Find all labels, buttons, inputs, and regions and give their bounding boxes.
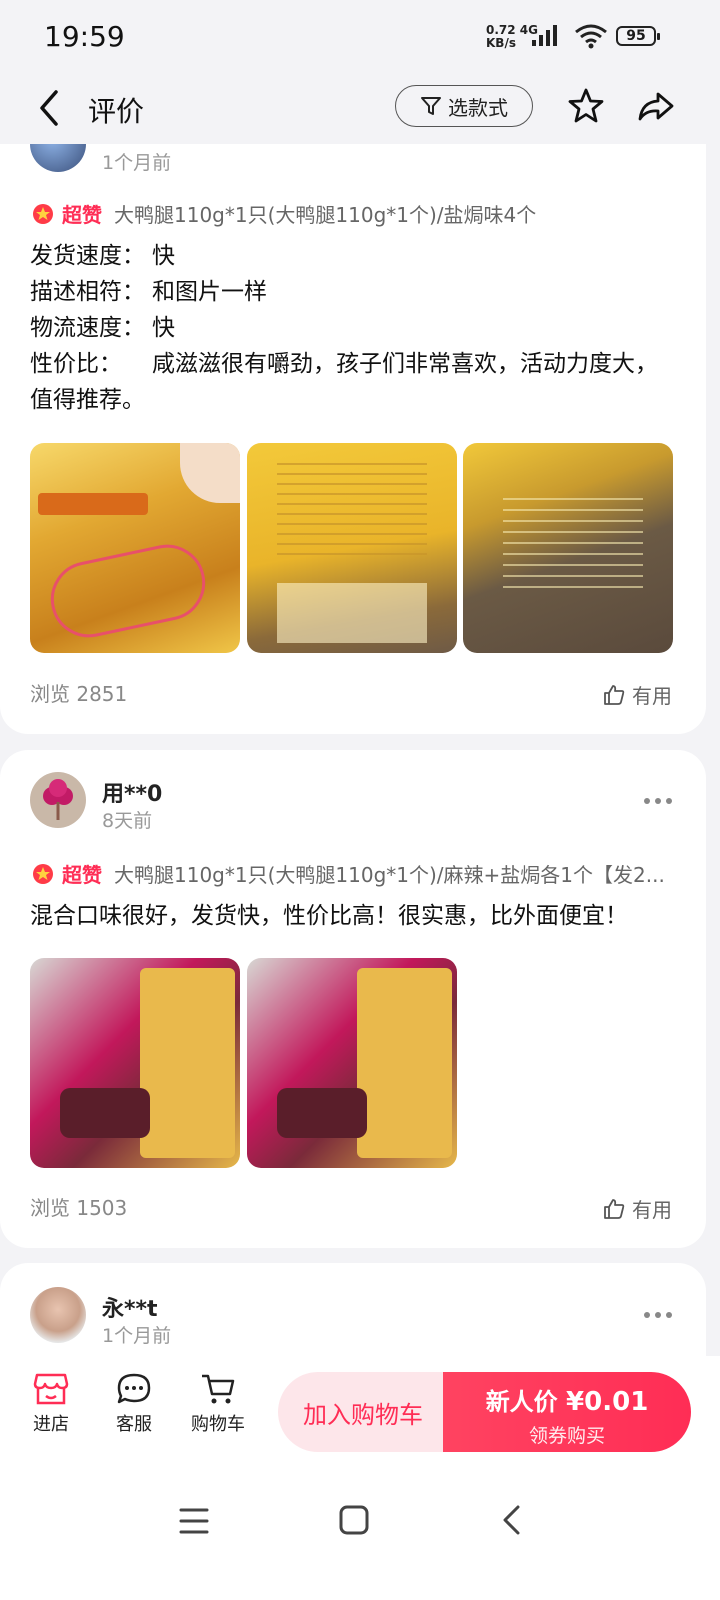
field-value: 快 <box>152 315 175 341</box>
rating-tag: 超赞 <box>62 202 102 227</box>
avatar[interactable] <box>30 1287 86 1343</box>
wifi-icon <box>575 24 607 49</box>
review-photo[interactable] <box>30 443 240 653</box>
review-text: 发货速度：快 描述相符： 和图片一样 物流速度：快 性价比： 咸滋滋很有嚼劲，孩子们… <box>30 238 670 418</box>
field-value: 和图片一样 <box>152 279 267 305</box>
buy-subtitle: 领券购买 <box>528 1425 605 1447</box>
review-time: 8天前 <box>102 810 153 832</box>
field-label: 性价比： <box>30 351 122 377</box>
useful-button[interactable]: 有用 <box>602 680 672 709</box>
super-like-icon <box>33 864 53 884</box>
filter-label: 选款式 <box>448 95 508 120</box>
more-options-icon[interactable] <box>642 796 674 806</box>
product-spec: 大鸭腿110g*1只(大鸭腿110g*1个)/麻辣+盐焗各1个【发2... <box>114 862 665 887</box>
nutrition-table <box>277 583 427 643</box>
cart-button[interactable]: 购物车 <box>182 1372 254 1436</box>
buy-now-button[interactable]: 新人价 ¥0.01 领券购买 <box>443 1372 691 1452</box>
useful-label: 有用 <box>632 684 672 708</box>
home-icon[interactable] <box>338 1504 370 1536</box>
reviewer-name: 永**t <box>102 1297 158 1322</box>
filter-icon <box>421 97 441 115</box>
page-title: 评价 <box>88 95 145 128</box>
label-text-lines <box>277 463 427 563</box>
useful-button[interactable]: 有用 <box>602 1194 672 1223</box>
menu-icon[interactable] <box>178 1506 210 1536</box>
field-label: 发货速度： <box>30 243 145 269</box>
favorite-star-icon[interactable] <box>566 86 606 126</box>
nav-back-icon[interactable] <box>500 1504 524 1536</box>
service-label: 客服 <box>116 1414 152 1435</box>
super-like-icon <box>33 204 53 224</box>
reviewer-name: 用**0 <box>102 782 163 807</box>
cart-label: 购物车 <box>191 1414 245 1435</box>
avatar[interactable] <box>30 772 86 828</box>
shop-icon <box>33 1373 69 1405</box>
review-tagline: 超赞 大鸭腿110g*1只(大鸭腿110g*1个)/盐焗味4个 <box>30 198 680 228</box>
filter-style-button[interactable]: 选款式 <box>395 85 533 127</box>
package-label <box>38 493 148 515</box>
review-photo[interactable] <box>247 958 457 1168</box>
package-red <box>60 1088 150 1138</box>
status-time: 19:59 <box>44 20 125 53</box>
buy-price: ¥0.01 <box>566 1387 649 1417</box>
buy-label: 新人价 <box>485 1388 558 1416</box>
system-nav-bar <box>0 1466 720 1600</box>
more-options-icon[interactable] <box>642 1310 674 1320</box>
rating-tag: 超赞 <box>62 862 102 887</box>
shop-button[interactable]: 进店 <box>16 1372 86 1436</box>
speed-unit: KB/s <box>486 36 516 50</box>
cart-icon <box>202 1374 235 1404</box>
useful-label: 有用 <box>632 1198 672 1222</box>
share-icon[interactable] <box>636 86 676 126</box>
back-arrow-icon[interactable] <box>30 86 70 130</box>
review-text: 混合口味很好，发货快，性价比高！很实惠，比外面便宜！ <box>30 903 628 929</box>
package-figure <box>180 443 240 503</box>
thumbs-up-icon <box>604 684 625 705</box>
thumbs-up-icon <box>604 1198 625 1219</box>
bottom-action-bar: 进店 客服 购物车 加入购物车 新人价 ¥0.01 领券购买 <box>0 1356 720 1466</box>
field-value: 快 <box>152 243 175 269</box>
view-count: 浏览 1503 <box>30 1196 128 1220</box>
customer-service-button[interactable]: 客服 <box>99 1372 169 1436</box>
avatar[interactable] <box>30 144 86 172</box>
review-time: 1个月前 <box>102 1325 172 1347</box>
add-to-cart-button[interactable]: 加入购物车 <box>278 1372 448 1452</box>
shop-label: 进店 <box>33 1414 69 1435</box>
package-yellow <box>357 968 452 1158</box>
view-count: 浏览 2851 <box>30 682 128 706</box>
speed-value: 0.72 <box>486 23 516 37</box>
chat-icon <box>117 1373 151 1404</box>
review-card: 用**0 8天前 超赞 大鸭腿110g*1只(大鸭腿110g*1个)/麻辣+盐焗… <box>0 750 706 1248</box>
package-yellow <box>140 968 235 1158</box>
review-photo[interactable] <box>247 443 457 653</box>
battery-icon: 95 <box>616 26 660 46</box>
field-label: 物流速度： <box>30 315 145 341</box>
signal-icon <box>532 25 557 46</box>
product-spec: 大鸭腿110g*1只(大鸭腿110g*1个)/盐焗味4个 <box>114 202 537 227</box>
avatar-flower-icon <box>43 779 73 820</box>
review-tagline: 超赞 大鸭腿110g*1只(大鸭腿110g*1个)/麻辣+盐焗各1个【发2... <box>30 858 680 888</box>
review-time: 1个月前 <box>102 152 172 174</box>
review-photo[interactable] <box>463 443 673 653</box>
status-bar: 19:59 0.72 4G KB/s 95 <box>0 0 720 76</box>
nutrition-table <box>503 498 643 588</box>
review-card: 1个月前 超赞 大鸭腿110g*1只(大鸭腿110g*1个)/盐焗味4个 发货速… <box>0 144 706 734</box>
package-red <box>277 1088 367 1138</box>
field-label: 描述相符： <box>30 279 145 305</box>
app-header: 评价 选款式 <box>0 76 720 144</box>
package-logo <box>43 537 213 645</box>
review-photo[interactable] <box>30 958 240 1168</box>
